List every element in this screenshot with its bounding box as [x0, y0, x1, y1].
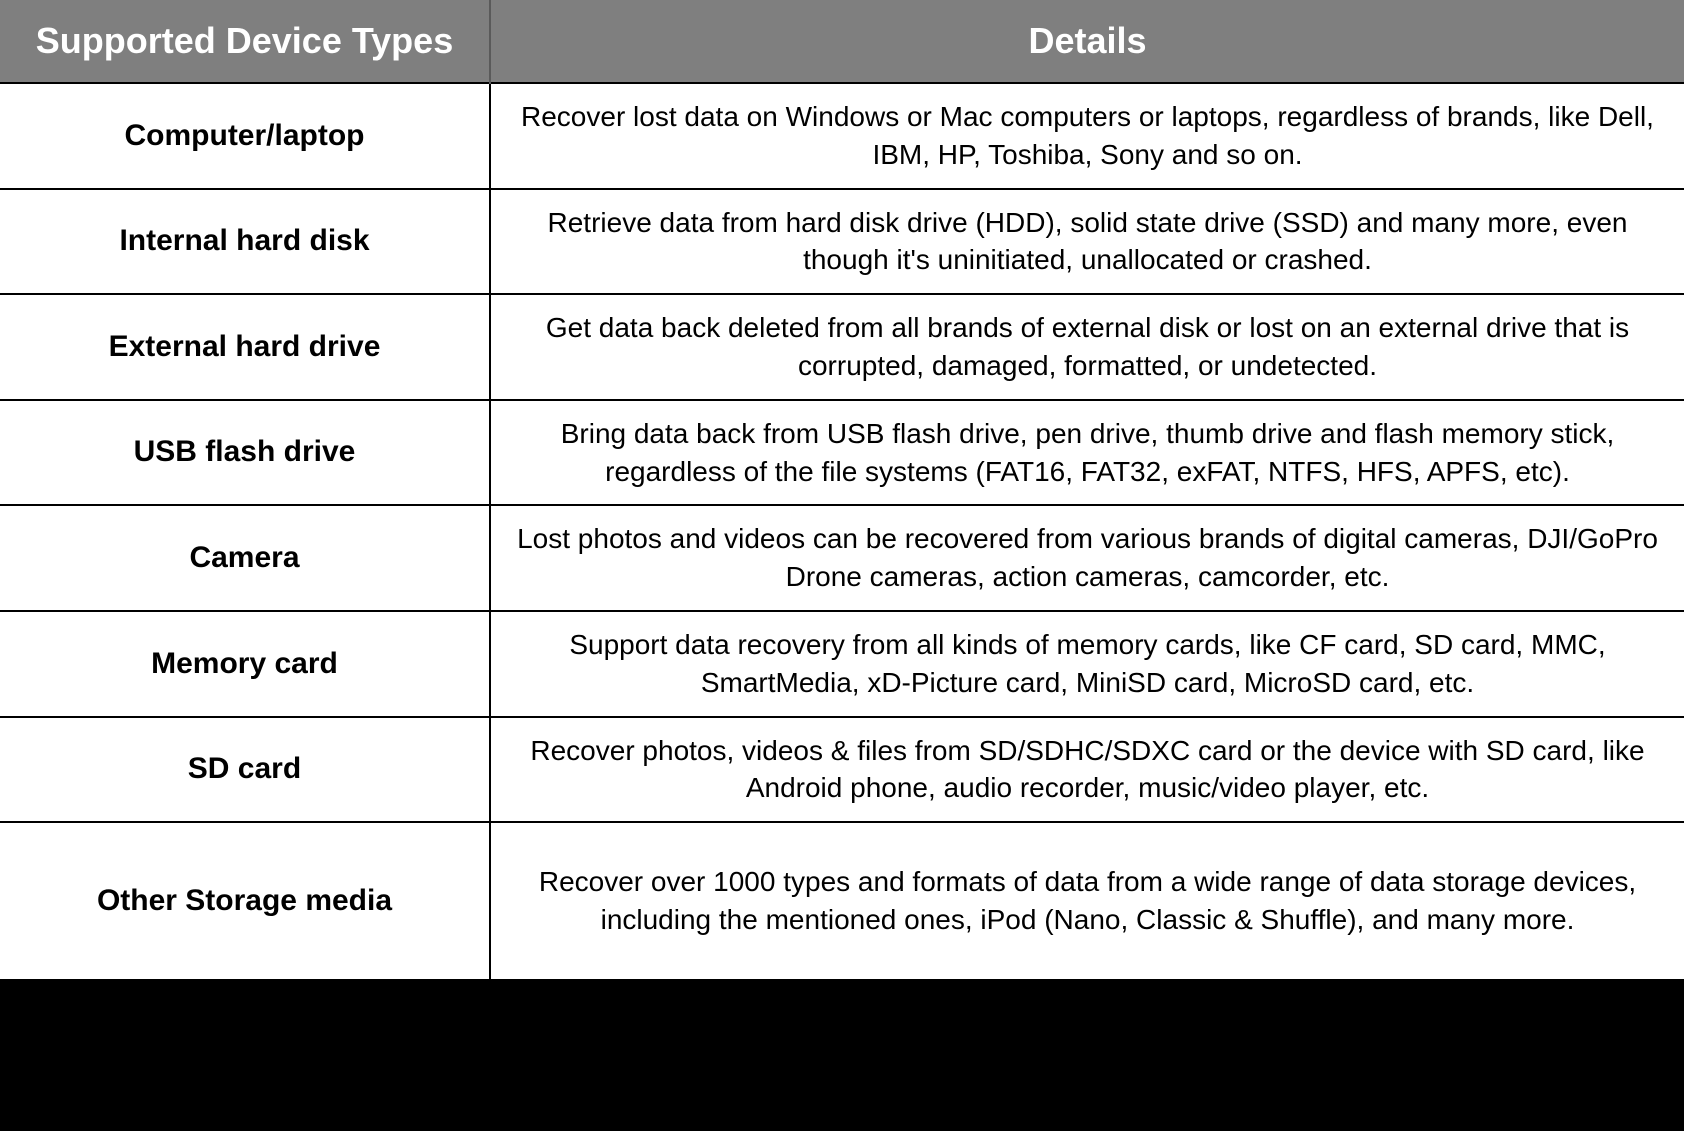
table-row: Memory card Support data recovery from a…	[0, 611, 1684, 717]
cell-details: Lost photos and videos can be recovered …	[490, 505, 1684, 611]
cell-device-type: USB flash drive	[0, 400, 490, 506]
table-row: SD card Recover photos, videos & files f…	[0, 717, 1684, 823]
device-support-table-wrapper: Supported Device Types Details Computer/…	[0, 0, 1684, 981]
cell-device-type: Computer/laptop	[0, 83, 490, 189]
cell-details: Support data recovery from all kinds of …	[490, 611, 1684, 717]
cell-details: Bring data back from USB flash drive, pe…	[490, 400, 1684, 506]
table-header-row: Supported Device Types Details	[0, 0, 1684, 83]
letterbox-bottom	[0, 981, 1684, 1131]
cell-details: Recover photos, videos & files from SD/S…	[490, 717, 1684, 823]
cell-device-type: External hard drive	[0, 294, 490, 400]
table-row: Other Storage media Recover over 1000 ty…	[0, 822, 1684, 980]
table-row: USB flash drive Bring data back from USB…	[0, 400, 1684, 506]
cell-device-type: Camera	[0, 505, 490, 611]
table-row: Internal hard disk Retrieve data from ha…	[0, 189, 1684, 295]
cell-device-type: SD card	[0, 717, 490, 823]
table-row: External hard drive Get data back delete…	[0, 294, 1684, 400]
cell-device-type: Other Storage media	[0, 822, 490, 980]
cell-details: Get data back deleted from all brands of…	[490, 294, 1684, 400]
device-support-table: Supported Device Types Details Computer/…	[0, 0, 1684, 981]
header-details: Details	[490, 0, 1684, 83]
header-device-types: Supported Device Types	[0, 0, 490, 83]
cell-device-type: Internal hard disk	[0, 189, 490, 295]
cell-device-type: Memory card	[0, 611, 490, 717]
table-row: Computer/laptop Recover lost data on Win…	[0, 83, 1684, 189]
cell-details: Retrieve data from hard disk drive (HDD)…	[490, 189, 1684, 295]
cell-details: Recover over 1000 types and formats of d…	[490, 822, 1684, 980]
table-row: Camera Lost photos and videos can be rec…	[0, 505, 1684, 611]
cell-details: Recover lost data on Windows or Mac comp…	[490, 83, 1684, 189]
